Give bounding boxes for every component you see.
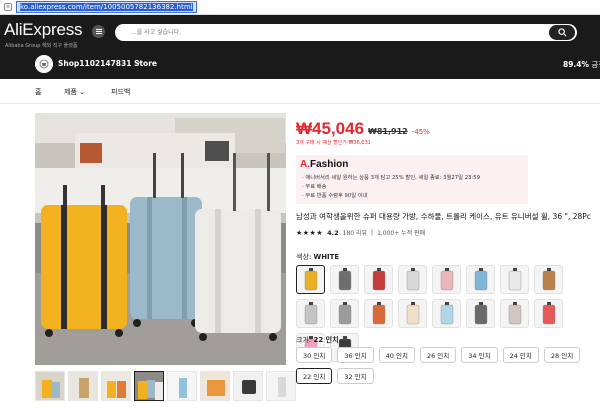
menu-icon[interactable] <box>92 25 105 38</box>
store-icon <box>39 59 49 69</box>
color-swatch[interactable] <box>432 299 461 328</box>
review-count[interactable]: 180 리뷰 <box>343 228 367 237</box>
thumbnail[interactable] <box>266 371 296 401</box>
color-swatch[interactable] <box>466 299 495 328</box>
color-swatch[interactable] <box>398 265 427 294</box>
color-swatch[interactable] <box>364 265 393 294</box>
size-option[interactable]: 28 인치 <box>543 347 581 363</box>
color-swatch[interactable] <box>466 265 495 294</box>
size-option[interactable]: 24 인치 <box>502 347 539 363</box>
search-icon <box>557 28 567 37</box>
size-option[interactable]: 36 인치 <box>337 347 374 363</box>
color-label: 색상: WHITE <box>296 253 340 261</box>
store-name[interactable]: Shop1102147831 Store <box>58 59 157 68</box>
product-title: 남성과 여학생을위한 슈퍼 대용량 가방, 수하물, 트롤리 케이스, 유트 유… <box>296 212 591 221</box>
thumbnail[interactable] <box>101 371 131 401</box>
promo-line: · 무료 반품 수령후 90일 이내 <box>302 193 368 199</box>
thumbnail[interactable] <box>167 371 197 401</box>
rating-score: 4.2 <box>327 228 339 237</box>
thumbnail-strip <box>35 371 296 401</box>
promo-line: · 애니버서리 세일 원하는 상품 3개 담고 25% 할인, 세일 종료: 3… <box>302 175 480 181</box>
promo-brand: A.Fashion <box>300 159 349 170</box>
size-option[interactable]: 22 인치 <box>296 368 333 384</box>
thumbnail[interactable] <box>200 371 230 401</box>
color-swatch[interactable] <box>534 265 563 294</box>
color-swatch[interactable] <box>500 299 529 328</box>
thumbnail[interactable] <box>68 371 98 401</box>
search-bar <box>115 24 577 41</box>
promo-box[interactable]: A.Fashion · 애니버서리 세일 원하는 상품 3개 담고 25% 할인… <box>296 155 528 204</box>
size-option[interactable]: 40 인치 <box>378 347 415 363</box>
thumbnail[interactable] <box>233 371 263 401</box>
separator: | <box>371 229 374 236</box>
search-button[interactable] <box>549 25 575 40</box>
sold-count: 1,000+ 누적 판매 <box>377 230 426 237</box>
logo-subtitle: Alibaba Group 해외 직구 플랫폼 <box>5 43 78 49</box>
color-swatch[interactable] <box>330 299 359 328</box>
site-info-icon[interactable]: ≡ <box>4 3 12 11</box>
original-price: ₩81,912 <box>368 127 408 136</box>
logo[interactable]: AliExpress <box>4 20 83 40</box>
store-rating: 89.4% 긍정 <box>563 60 600 69</box>
price-row: ₩45,046 ₩81,912 -45% <box>296 119 430 139</box>
size-option[interactable]: 32 인치 <box>337 368 374 384</box>
bulk-discount-note: 3개 구매 시 예상 할인가 ₩36,031 <box>296 140 371 146</box>
size-option[interactable]: 34 인치 <box>461 347 498 363</box>
color-swatch[interactable] <box>296 265 325 294</box>
color-swatch[interactable] <box>432 265 461 294</box>
rating-row: ★★★★ 4.2 180 리뷰 | 1,000+ 누적 판매 <box>296 228 426 238</box>
color-swatch[interactable] <box>364 299 393 328</box>
browser-address-bar[interactable]: ≡ ko.aliexpress.com/item/100500578213638… <box>0 0 600 15</box>
size-option[interactable]: 26 인치 <box>419 347 457 363</box>
rating-stars: ★★★★ <box>296 228 324 237</box>
tab-products[interactable]: 제품 ⌄ <box>64 87 85 97</box>
store-nav: 홈 제품 ⌄ 피드백 <box>0 79 600 104</box>
color-swatch[interactable] <box>330 265 359 294</box>
color-swatch[interactable] <box>500 265 529 294</box>
promo-line: · 무료 배송 <box>302 184 327 190</box>
chevron-right-icon[interactable]: › <box>137 58 140 67</box>
color-swatch[interactable] <box>534 299 563 328</box>
product-main-image[interactable] <box>35 113 286 365</box>
url-field[interactable]: ko.aliexpress.com/item/1005005782136382.… <box>16 1 197 13</box>
current-price: ₩45,046 <box>296 119 365 138</box>
tab-home[interactable]: 홈 <box>35 87 41 97</box>
color-swatch[interactable] <box>398 299 427 328</box>
store-avatar[interactable] <box>35 55 53 73</box>
tab-feedback[interactable]: 피드백 <box>111 87 130 97</box>
color-swatch[interactable] <box>296 299 325 328</box>
discount-badge: -45% <box>411 128 430 136</box>
chevron-down-icon: ⌄ <box>79 88 85 96</box>
thumbnail[interactable] <box>35 371 65 401</box>
site-header: AliExpress Alibaba Group 해외 직구 플랫폼 Shop1… <box>0 15 600 79</box>
size-label: 크기: 22 인치 <box>296 336 339 344</box>
search-input[interactable] <box>115 24 535 41</box>
size-options: 30 인치 36 인치 40 인치 26 인치 34 인치 24 인치 28 인치 22 인치… <box>296 347 596 384</box>
thumbnail-selected[interactable] <box>134 371 164 401</box>
size-option[interactable]: 30 인치 <box>296 347 333 363</box>
